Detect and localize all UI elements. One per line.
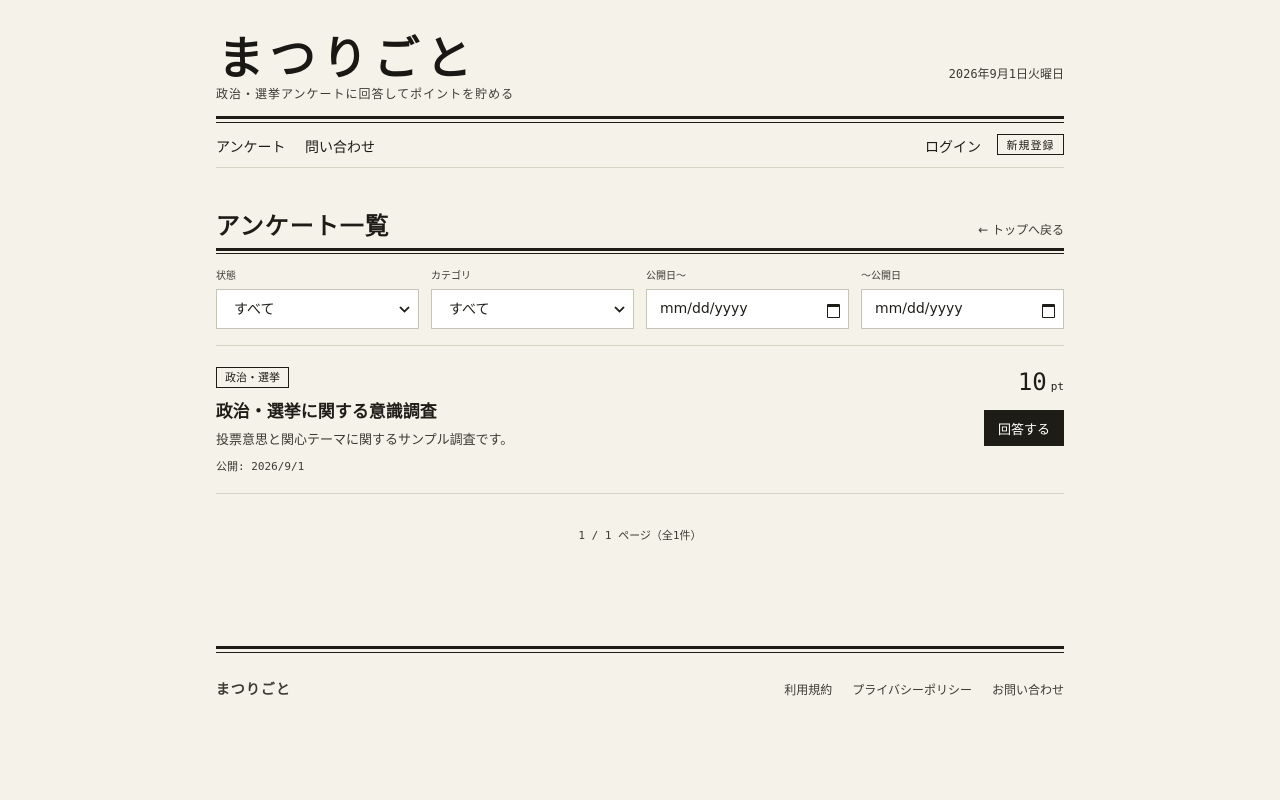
category-select-value: すべて <box>449 302 490 318</box>
nav-divider <box>216 167 1064 168</box>
category-filter-label: カテゴリ <box>431 271 471 282</box>
status-filter-label: 状態 <box>216 271 236 282</box>
footer-rule-thick <box>216 646 1064 649</box>
login-link[interactable]: ログイン <box>925 137 981 157</box>
pagination-info: 1 / 1 ページ（全1件） <box>578 529 702 542</box>
footer-links: 利用規約 プライバシーポリシー お問い合わせ <box>784 681 1064 698</box>
answer-button[interactable]: 回答する <box>984 410 1064 446</box>
nav-surveys-link[interactable]: アンケート <box>216 137 285 157</box>
points-unit: pt <box>1050 380 1064 393</box>
chevron-down-icon <box>398 303 410 315</box>
date-from-label: 公開日〜 <box>646 271 686 282</box>
header-rule-thin <box>216 122 1064 123</box>
site-tagline: 政治・選挙アンケートに回答してポイントを貯める <box>216 87 515 101</box>
nav-contact-link[interactable]: 問い合わせ <box>305 137 375 157</box>
category-select[interactable]: すべて <box>431 289 634 329</box>
filter-divider <box>216 345 1064 346</box>
date-from-placeholder: mm/dd/yyyy <box>660 301 748 317</box>
title-rule-thin <box>216 253 1064 254</box>
calendar-icon[interactable] <box>826 302 840 318</box>
footer-logo[interactable]: まつりごと <box>216 679 291 699</box>
back-to-top-link[interactable]: ← トップへ戻る <box>978 221 1064 238</box>
terms-link[interactable]: 利用規約 <box>784 681 832 698</box>
header-rule-thick <box>216 116 1064 119</box>
chevron-down-icon <box>613 303 625 315</box>
survey-points: 10 pt <box>1018 368 1064 396</box>
date-to-input[interactable]: mm/dd/yyyy <box>861 289 1064 329</box>
survey-title[interactable]: 政治・選挙に関する意識調査 <box>216 397 437 422</box>
survey-published-date: 公開: 2026/9/1 <box>216 460 305 473</box>
date-from-filter: 公開日〜 mm/dd/yyyy <box>646 270 849 329</box>
title-rule-thick <box>216 248 1064 251</box>
survey-description: 投票意思と関心テーマに関するサンプル調査です。 <box>216 433 514 448</box>
category-filter: カテゴリ すべて <box>431 270 634 329</box>
list-divider <box>216 493 1064 494</box>
current-date: 2026年9月1日火曜日 <box>948 67 1064 81</box>
privacy-policy-link[interactable]: プライバシーポリシー <box>852 681 972 698</box>
footer-contact-link[interactable]: お問い合わせ <box>992 681 1064 698</box>
status-select-value: すべて <box>234 302 275 318</box>
category-tag: 政治・選挙 <box>216 367 289 388</box>
status-filter: 状態 すべて <box>216 270 419 329</box>
date-from-input[interactable]: mm/dd/yyyy <box>646 289 849 329</box>
register-button[interactable]: 新規登録 <box>997 134 1064 155</box>
footer-rule-thin <box>216 652 1064 653</box>
date-to-placeholder: mm/dd/yyyy <box>875 301 963 317</box>
calendar-icon[interactable] <box>1041 302 1055 318</box>
status-select[interactable]: すべて <box>216 289 419 329</box>
points-value: 10 <box>1017 368 1047 396</box>
page-title: アンケート一覧 <box>216 211 391 240</box>
date-to-label: 〜公開日 <box>861 271 901 282</box>
date-to-filter: 〜公開日 mm/dd/yyyy <box>861 270 1064 329</box>
site-logo[interactable]: まつりごと <box>218 28 478 88</box>
